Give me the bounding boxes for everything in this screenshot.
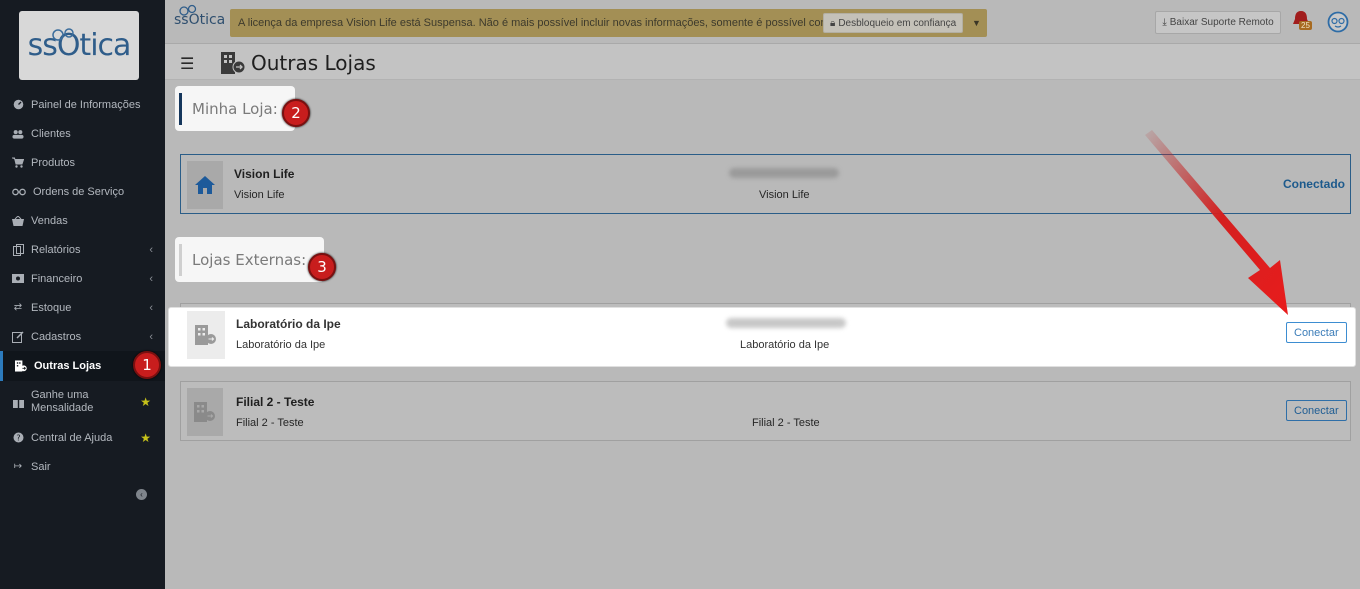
- sidebar-item-label: Estoque: [31, 301, 72, 314]
- unlock-label: Desbloqueio em confiança: [838, 17, 957, 29]
- sidebar-item-label: Sair: [31, 460, 51, 473]
- my-store-label: Minha Loja:: [192, 99, 278, 118]
- sidebar-item-label: Relatórios: [31, 243, 81, 256]
- chevron-left-icon: ‹: [149, 273, 153, 285]
- sidebar-item-financeiro[interactable]: Financeiro ‹: [0, 264, 165, 293]
- my-store-label-box: Minha Loja:: [175, 86, 295, 131]
- building-arrow-icon: [15, 360, 27, 372]
- sidebar-item-cadastros[interactable]: Cadastros ‹: [0, 322, 165, 351]
- help-icon: ?: [12, 432, 24, 444]
- sidebar: ssOtica Painel de Informações Clientes P…: [0, 0, 165, 589]
- sidebar-item-sair[interactable]: ↦ Sair: [0, 452, 165, 481]
- copy-icon: [12, 243, 24, 256]
- store-icon-box: [187, 388, 223, 436]
- gift-icon: [12, 396, 24, 408]
- store-name: Filial 2 - Teste: [236, 395, 315, 409]
- star-icon: ★: [140, 394, 151, 409]
- notification-badge: 25: [1299, 21, 1312, 30]
- sidebar-item-label: Ordens de Serviço: [33, 185, 125, 198]
- external-stores-label: Lojas Externas:: [192, 250, 307, 269]
- building-arrow-icon: [194, 402, 215, 422]
- dashboard-icon: [12, 99, 24, 111]
- store-center-name: Vision Life: [759, 189, 810, 201]
- annotation-marker-1: 1: [133, 351, 161, 379]
- sidebar-item-estoque[interactable]: ⇄ Estoque ‹: [0, 293, 165, 322]
- store-icon-box: [187, 161, 223, 209]
- building-arrow-icon: [221, 52, 245, 74]
- store-center-name: Laboratório da Ipe: [740, 339, 830, 351]
- building-arrow-icon: [195, 325, 216, 345]
- avatar-icon[interactable]: [1327, 11, 1349, 33]
- hamburger-menu-icon[interactable]: ☰: [180, 54, 194, 74]
- store-center-name: Filial 2 - Teste: [752, 417, 820, 429]
- sidebar-item-label: Painel de Informações: [31, 98, 141, 111]
- external-store-card: Filial 2 - Teste Filial 2 - Teste Filial…: [180, 381, 1351, 441]
- sign-out-icon: ↦: [13, 461, 23, 472]
- sidebar-item-label: Vendas: [31, 214, 68, 227]
- sidebar-item-vendas[interactable]: Vendas: [0, 206, 165, 235]
- collapse-sidebar-button[interactable]: ‹: [136, 489, 147, 500]
- page-header: ☰ Outras Lojas: [165, 44, 1360, 80]
- star-icon: ★: [140, 430, 151, 445]
- sidebar-item-relatorios[interactable]: Relatórios ‹: [0, 235, 165, 264]
- sidebar-item-label: Outras Lojas: [34, 360, 102, 372]
- glasses-icon: [12, 186, 26, 198]
- basket-icon: [12, 215, 24, 227]
- chevron-left-icon: ‹: [149, 244, 153, 256]
- unlock-button[interactable]: 🔒︎ Desbloqueio em confiança: [823, 13, 964, 33]
- store-name: Vision Life: [234, 167, 295, 181]
- sidebar-item-painel[interactable]: Painel de Informações: [0, 90, 165, 119]
- sidebar-item-ganhe-mensalidade[interactable]: Ganhe uma Mensalidade ★: [0, 381, 165, 423]
- logo-circles-icon: [52, 28, 74, 41]
- external-stores-label-box: Lojas Externas:: [175, 237, 324, 282]
- sidebar-item-label: Produtos: [31, 156, 76, 169]
- users-icon: [12, 128, 24, 140]
- annotation-marker-2: 2: [282, 99, 310, 127]
- brand-logo[interactable]: ssOtica: [19, 11, 139, 80]
- store-subname: Filial 2 - Teste: [236, 417, 304, 429]
- blurred-document: [729, 168, 839, 178]
- annotation-arrow-icon: [1145, 130, 1288, 315]
- top-logo[interactable]: ssOtica: [174, 12, 225, 28]
- annotation-marker-3: 3: [308, 253, 336, 281]
- store-name: Laboratório da Ipe: [236, 317, 341, 331]
- svg-text:?: ?: [16, 433, 20, 442]
- sidebar-nav: Painel de Informações Clientes Produtos …: [0, 90, 165, 481]
- section-accent-bar: [179, 93, 182, 125]
- lock-icon: 🔒︎: [830, 17, 836, 29]
- cart-icon: [12, 157, 24, 169]
- section-accent-bar: [179, 244, 182, 276]
- edit-icon: [12, 330, 24, 343]
- alert-text: A licença da empresa Vision Life está Su…: [238, 17, 860, 29]
- store-subname: Laboratório da Ipe: [236, 339, 326, 351]
- sidebar-item-label: Central de Ajuda: [31, 431, 113, 444]
- sidebar-item-produtos[interactable]: Produtos: [0, 148, 165, 177]
- home-icon: [195, 176, 215, 194]
- chevron-left-icon: ‹: [149, 331, 153, 343]
- topbar: ssOtica A licença da empresa Vision Life…: [165, 0, 1360, 44]
- money-icon: [12, 273, 24, 285]
- page-title: Outras Lojas: [251, 51, 376, 75]
- sidebar-item-label: Financeiro: [31, 272, 83, 285]
- remote-support-label: Baixar Suporte Remoto: [1169, 17, 1274, 28]
- chevron-left-icon: ‹: [149, 302, 153, 314]
- sidebar-item-label: Ganhe uma Mensalidade: [31, 389, 94, 414]
- sidebar-item-label: Cadastros: [31, 330, 82, 343]
- download-icon: ⤓: [1162, 17, 1167, 28]
- sidebar-item-central-ajuda[interactable]: ? Central de Ajuda ★: [0, 423, 165, 452]
- blurred-document: [726, 318, 846, 328]
- caret-down-icon[interactable]: ▼: [972, 18, 981, 28]
- sidebar-item-ordens[interactable]: Ordens de Serviço: [0, 177, 165, 206]
- remote-support-button[interactable]: ⤓ Baixar Suporte Remoto: [1155, 11, 1281, 34]
- sidebar-item-clientes[interactable]: Clientes: [0, 119, 165, 148]
- license-alert: A licença da empresa Vision Life está Su…: [230, 9, 987, 37]
- store-subname: Vision Life: [234, 189, 285, 201]
- connect-button[interactable]: Conectar: [1286, 400, 1347, 421]
- exchange-icon: ⇄: [13, 302, 23, 313]
- store-icon-box: [187, 311, 225, 359]
- sidebar-item-label: Clientes: [31, 127, 71, 140]
